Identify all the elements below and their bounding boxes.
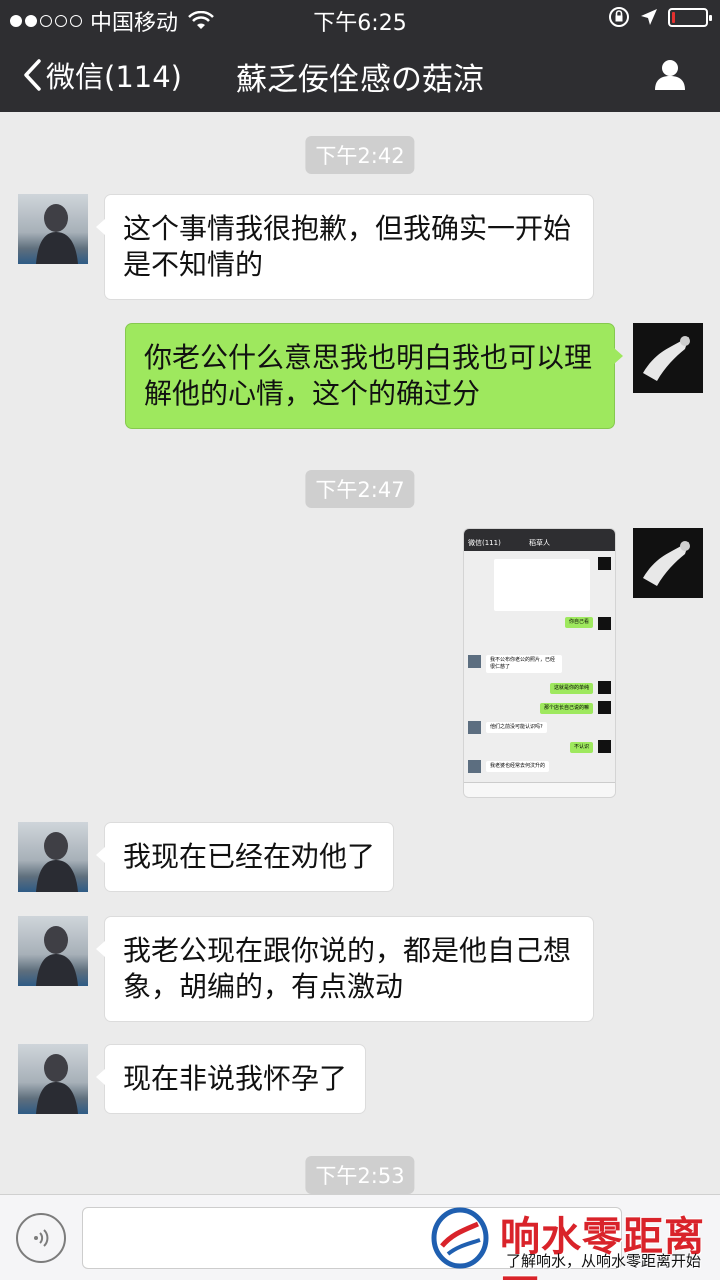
portrait-image [643,336,690,381]
contact-avatar[interactable] [18,822,88,892]
message-bubble-received[interactable]: 我现在已经在劝他了 [95,822,395,892]
contact-avatar[interactable] [18,1044,88,1114]
my-avatar[interactable] [633,323,703,393]
message-timestamp: 下午2:42 [305,136,415,174]
status-bar: 中国移动 下午6:25 [0,0,720,36]
contact-avatar[interactable] [18,916,88,986]
watermark-subtitle: 了解响水，从响水零距离开始 [506,1252,702,1270]
portrait-image [36,1054,78,1114]
chat-header: 微信(114) 蘇乏佞佺感の菇涼 [0,36,720,112]
portrait-image [36,204,78,264]
message-bubble-received[interactable]: 我老公现在跟你说的，都是他自己想 象，胡编的，有点激动 [96,916,594,1022]
voice-input-button[interactable] [16,1213,66,1263]
message-bubble-received[interactable]: 现在非说我怀孕了 [95,1044,367,1114]
orientation-lock-icon [609,7,629,27]
image-message[interactable]: 微信(111) 稻草人 你自己看 我不公布你老公的照片，已经很仁慈了 这就是你的… [463,528,616,798]
voice-icon [34,1229,49,1247]
user-icon [655,60,685,90]
portrait-image [643,541,690,586]
message-timestamp: 下午2:47 [305,470,415,508]
site-logo-icon [431,1207,489,1269]
chat-title: 蘇乏佞佺感の菇涼 [236,62,484,98]
contact-avatar[interactable] [18,194,88,264]
portrait-image [36,926,78,986]
site-watermark: 响水零距离网 了解响水，从响水零距离开始 [428,1204,720,1280]
message-list[interactable]: 下午2:42 这个事情我很抱歉，但我确实一开始 是不知情的 你老公什么意思我也明… [0,112,720,1194]
message-bubble-sent[interactable]: 你老公什么意思我也明白我也可以理 解他的心情，这个的确过分 [125,323,623,429]
message-timestamp: 下午2:53 [305,1156,415,1194]
message-bubble-received[interactable]: 这个事情我很抱歉，但我确实一开始 是不知情的 [96,194,594,300]
chat-info-button[interactable] [654,58,686,94]
my-avatar[interactable] [633,528,703,598]
battery-icon [668,7,712,27]
portrait-image [36,832,78,892]
location-arrow-icon [641,9,657,25]
